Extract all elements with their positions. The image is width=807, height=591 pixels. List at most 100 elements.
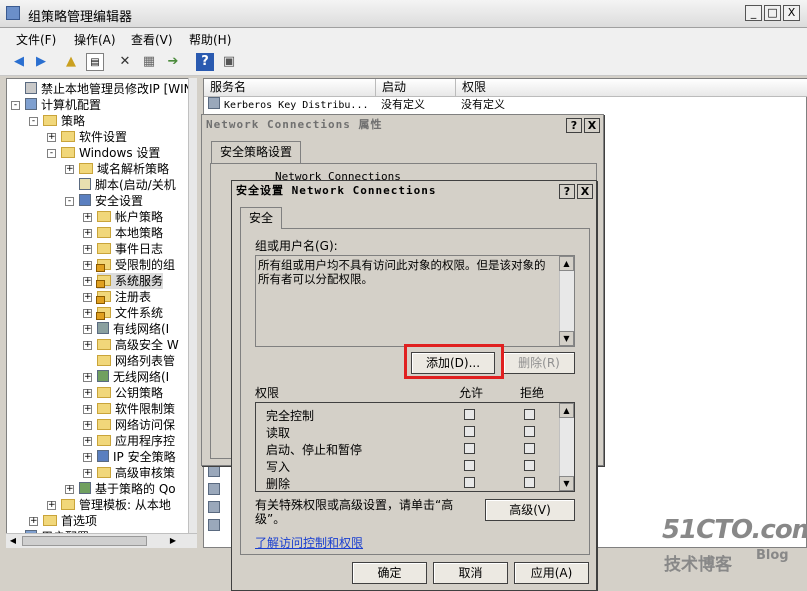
tree-item[interactable]: 事件日志 [97,241,163,257]
col-permission[interactable]: 权限 [456,79,807,97]
tree-item[interactable]: 计算机配置 [25,97,101,113]
expand-icon[interactable]: + [47,133,56,142]
minimize-button[interactable]: _ [745,5,762,21]
tree-item[interactable]: Windows 设置 [61,145,160,161]
perm-scroll-up-icon[interactable]: ▲ [559,403,574,418]
menu-file[interactable]: 文件(F) [16,31,56,48]
tree-vscrollbar[interactable] [188,78,197,548]
tab-security-policy-setting[interactable]: 安全策略设置 [211,141,302,163]
tree-item[interactable]: 网络访问保 [97,417,175,433]
close-button[interactable]: X [783,5,800,21]
expand-icon[interactable]: + [83,213,92,222]
tree-item[interactable]: 禁止本地管理员修改IP [WIN- [25,81,196,97]
cancel-button[interactable]: 取消 [433,562,508,584]
advanced-button[interactable]: 高级(V) [485,499,575,521]
tree-item[interactable]: 系统服务 [96,273,164,289]
deny-checkbox[interactable] [524,426,535,437]
expand-icon[interactable]: + [65,165,74,174]
remove-button[interactable]: 删除(R) [503,352,575,374]
expand-icon[interactable]: + [83,373,92,382]
tree-item[interactable]: 本地策略 [97,225,163,241]
tree-item[interactable]: 管理模板: 从本地 [61,497,171,513]
deny-checkbox[interactable] [524,477,535,488]
expand-icon[interactable]: + [83,245,92,254]
expand-icon[interactable]: + [83,277,92,286]
permissions-scrollbar[interactable]: ▲ ▼ [559,403,574,491]
tree-item[interactable]: 文件系统 [96,305,163,321]
delete-icon[interactable]: ✕ [116,53,134,71]
deny-checkbox[interactable] [524,443,535,454]
properties-close-button[interactable]: X [584,118,600,133]
apply-button[interactable]: 应用(A) [514,562,589,584]
expand-icon[interactable]: + [83,325,92,334]
up-icon[interactable]: ▲ [62,53,80,71]
expand-icon[interactable]: + [83,229,92,238]
tree-item[interactable]: 受限制的组 [96,257,175,273]
expand-icon[interactable]: + [83,453,92,462]
tree-item[interactable]: 网络列表管 [97,353,175,369]
tree-item[interactable]: 软件设置 [61,129,127,145]
expand-icon[interactable]: + [47,501,56,510]
tab-security[interactable]: 安全 [240,207,283,229]
tree-item[interactable]: 域名解析策略 [79,161,169,177]
security-help-button[interactable]: ? [559,184,575,199]
tree-hscrollbar[interactable]: ◀ ▶ [6,533,197,548]
expand-icon[interactable]: + [83,309,92,318]
col-startup[interactable]: 启动 [376,79,456,97]
forward-icon[interactable]: ▶ [32,53,50,71]
col-service-name[interactable]: 服务名 [204,79,376,97]
collapse-icon[interactable]: - [29,117,38,126]
expand-icon[interactable]: + [83,405,92,414]
access-control-link[interactable]: 了解访问控制和权限 [255,534,363,551]
collapse-icon[interactable]: - [65,197,74,206]
expand-icon[interactable]: + [83,469,92,478]
tree-item[interactable]: 脚本(启动/关机 [79,177,176,193]
group-list-scrollbar[interactable]: ▲ ▼ [559,256,574,346]
allow-checkbox[interactable] [464,409,475,420]
tree-item[interactable]: 软件限制策 [97,401,175,417]
menu-action[interactable]: 操作(A) [74,31,116,48]
expand-icon[interactable]: + [83,389,92,398]
expand-icon[interactable]: + [83,341,92,350]
allow-checkbox[interactable] [464,426,475,437]
expand-icon[interactable]: + [83,293,92,302]
view-icon[interactable]: ▣ [220,53,238,71]
scroll-up-icon[interactable]: ▲ [559,256,574,271]
collapse-icon[interactable]: - [11,101,20,110]
tree-item[interactable]: 无线网络(I [97,369,169,385]
expand-icon[interactable]: + [65,485,74,494]
tree-item[interactable]: 高级安全 W [97,337,179,353]
security-close-button[interactable]: X [577,184,593,199]
expand-icon[interactable]: + [83,421,92,430]
tree-item[interactable]: 安全设置 [79,193,143,209]
allow-checkbox[interactable] [464,477,475,488]
properties-icon[interactable]: ▦ [140,53,158,71]
tree-item[interactable]: 策略 [43,113,85,129]
tree-item[interactable]: 应用程序控 [97,433,175,449]
allow-checkbox[interactable] [464,460,475,471]
scroll-down-icon[interactable]: ▼ [559,331,574,346]
show-tree-icon[interactable]: ▤ [86,53,104,71]
expand-icon[interactable]: + [83,437,92,446]
maximize-button[interactable]: □ [764,5,781,21]
tree-item[interactable]: 首选项 [43,513,97,529]
perm-scroll-down-icon[interactable]: ▼ [559,476,574,491]
ok-button[interactable]: 确定 [352,562,427,584]
list-item[interactable]: Kerberos Key Distribu... [208,97,369,113]
export-icon[interactable]: ➔ [164,53,182,71]
collapse-icon[interactable]: - [47,149,56,158]
deny-checkbox[interactable] [524,460,535,471]
group-list[interactable]: 所有组或用户均不具有访问此对象的权限。但是该对象的所有者可以分配权限。 ▲ ▼ [255,255,575,347]
tree-item[interactable]: 高级审核策 [97,465,175,481]
tree-item[interactable]: 帐户策略 [97,209,163,225]
tree-item[interactable]: 公钥策略 [97,385,163,401]
expand-icon[interactable]: + [29,517,38,526]
tree-item[interactable]: 有线网络(I [97,321,169,337]
expand-icon[interactable]: + [83,261,92,270]
allow-checkbox[interactable] [464,443,475,454]
menu-help[interactable]: 帮助(H) [189,31,231,48]
help-icon[interactable]: ? [196,53,214,71]
back-icon[interactable]: ◀ [10,53,28,71]
deny-checkbox[interactable] [524,409,535,420]
tree-item[interactable]: IP 安全策略 [97,449,176,465]
